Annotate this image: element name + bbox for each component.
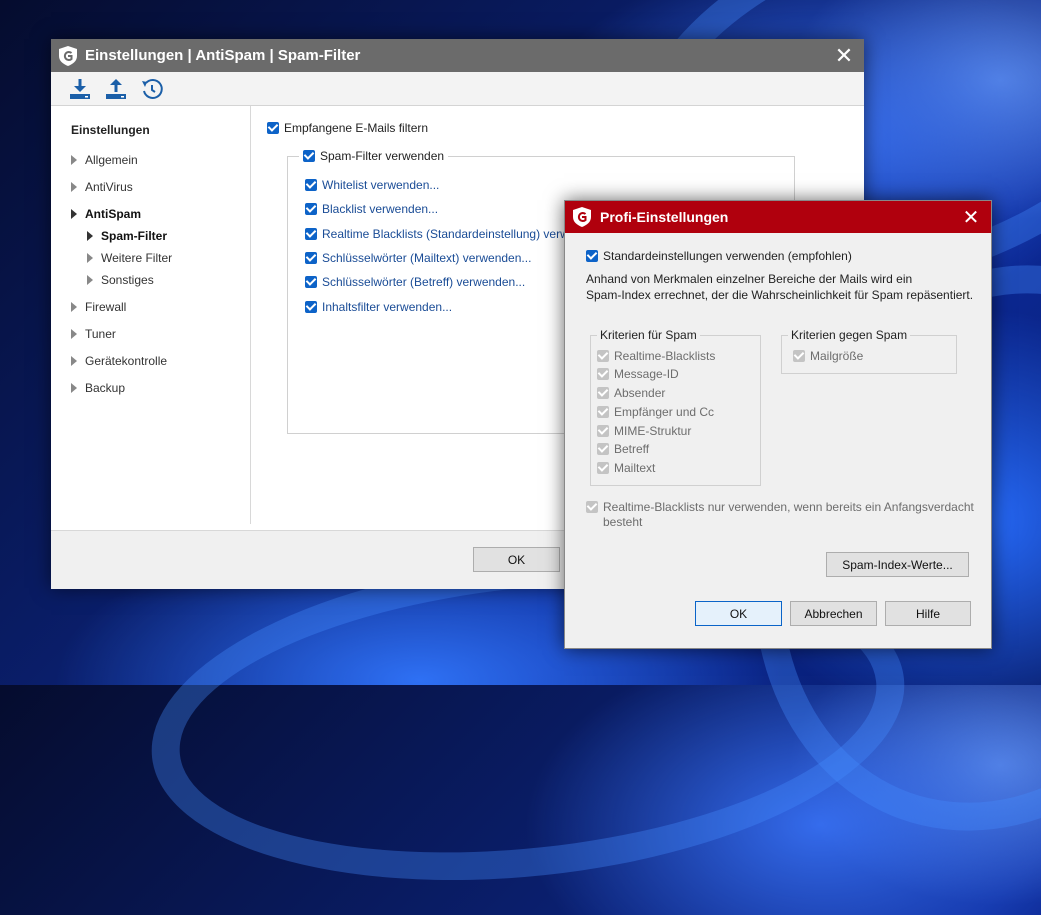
criteria-item: Message-ID xyxy=(597,367,679,381)
criteria-checkbox[interactable] xyxy=(597,350,609,362)
criteria-item: Empfänger und Cc xyxy=(597,405,714,419)
criteria-item: Realtime-Blacklists xyxy=(597,349,715,363)
expand-arrow-icon xyxy=(87,253,93,263)
keywords-subject-link[interactable]: Schlüsselwörter (Betreff) verwenden... xyxy=(322,275,525,289)
expand-arrow-icon xyxy=(71,329,77,339)
use-defaults-row: Standardeinstellungen verwenden (empfohl… xyxy=(586,249,852,263)
criteria-item: Absender xyxy=(597,386,665,400)
criteria-checkbox[interactable] xyxy=(597,443,609,455)
blacklist-link[interactable]: Blacklist verwenden... xyxy=(322,202,438,216)
criteria-checkbox[interactable] xyxy=(597,462,609,474)
expand-arrow-icon xyxy=(71,182,77,192)
dialog-ok-button[interactable]: OK xyxy=(695,601,782,626)
gdata-logo-icon xyxy=(573,207,591,227)
whitelist-link[interactable]: Whitelist verwenden... xyxy=(322,178,439,192)
realtime-condition-row: Realtime-Blacklists nur verwenden, wenn … xyxy=(586,500,974,530)
export-icon[interactable] xyxy=(103,76,129,102)
window-title: Einstellungen | AntiSpam | Spam-Filter xyxy=(85,47,361,64)
realtime-condition-checkbox[interactable] xyxy=(586,501,598,513)
dialog-cancel-button[interactable]: Abbrechen xyxy=(790,601,877,626)
realtime-condition-label-2: besteht xyxy=(603,515,643,529)
close-icon[interactable]: ✕ xyxy=(951,201,991,233)
content-filter-checkbox[interactable] xyxy=(305,301,317,313)
sidebar-item-tuner[interactable]: Tuner xyxy=(71,327,116,341)
criteria-item: Mailgröße xyxy=(793,349,863,363)
spam-filter-label: Spam-Filter verwenden xyxy=(320,149,445,163)
restore-icon[interactable] xyxy=(139,76,165,102)
dialog-title: Profi-Einstellungen xyxy=(600,209,729,225)
content-filter-link[interactable]: Inhaltsfilter verwenden... xyxy=(322,300,452,314)
criteria-checkbox[interactable] xyxy=(597,387,609,399)
option-row: Inhaltsfilter verwenden... xyxy=(305,300,452,314)
use-defaults-checkbox[interactable] xyxy=(586,250,598,262)
gdata-logo-icon xyxy=(59,45,77,66)
expand-arrow-icon xyxy=(71,302,77,312)
close-icon[interactable]: ✕ xyxy=(824,39,864,72)
title-bar: Einstellungen | AntiSpam | Spam-Filter ✕ xyxy=(51,39,864,72)
criteria-item: Betreff xyxy=(597,442,649,456)
sidebar-heading: Einstellungen xyxy=(71,123,150,137)
criteria-item: MIME-Struktur xyxy=(597,424,691,438)
realtime-condition-label: Realtime-Blacklists nur verwenden, wenn … xyxy=(603,500,974,514)
profi-settings-dialog: Profi-Einstellungen ✕ Standardeinstellun… xyxy=(564,200,992,649)
description-line: Anhand von Merkmalen einzelner Bereiche … xyxy=(586,272,913,286)
spam-index-values-button[interactable]: Spam-Index-Werte... xyxy=(826,552,969,577)
sidebar-item-backup[interactable]: Backup xyxy=(71,381,125,395)
sidebar-item-spam-filter[interactable]: Spam-Filter xyxy=(87,229,167,243)
criteria-checkbox[interactable] xyxy=(597,425,609,437)
filter-incoming-label: Empfangene E-Mails filtern xyxy=(284,121,429,135)
realtime-blacklists-checkbox[interactable] xyxy=(305,228,317,240)
expand-arrow-icon xyxy=(87,231,93,241)
use-defaults-label: Standardeinstellungen verwenden (empfohl… xyxy=(603,249,852,263)
criteria-checkbox[interactable] xyxy=(793,350,805,362)
sidebar-item-antivirus[interactable]: AntiVirus xyxy=(71,180,133,194)
option-row: Blacklist verwenden... xyxy=(305,202,438,216)
expand-arrow-icon xyxy=(71,155,77,165)
filter-incoming-row: Empfangene E-Mails filtern xyxy=(267,121,428,135)
dialog-title-bar: Profi-Einstellungen ✕ xyxy=(565,201,991,233)
sidebar-item-sonstiges[interactable]: Sonstiges xyxy=(87,273,154,287)
filter-incoming-checkbox[interactable] xyxy=(267,122,279,134)
option-row: Schlüsselwörter (Betreff) verwenden... xyxy=(305,275,525,289)
expand-arrow-icon xyxy=(71,356,77,366)
criteria-for-spam-label: Kriterien für Spam xyxy=(597,328,700,342)
spam-filter-row: Spam-Filter verwenden xyxy=(299,149,449,163)
settings-navigation: Einstellungen Allgemein AntiVirus AntiSp… xyxy=(51,106,251,524)
sidebar-item-antispam[interactable]: AntiSpam xyxy=(71,207,141,221)
import-icon[interactable] xyxy=(67,76,93,102)
expand-arrow-icon xyxy=(87,275,93,285)
description-line: Spam-Index errechnet, der die Wahrschein… xyxy=(586,288,974,302)
spam-filter-checkbox[interactable] xyxy=(303,150,315,162)
criteria-checkbox[interactable] xyxy=(597,368,609,380)
expand-arrow-icon xyxy=(71,383,77,393)
whitelist-checkbox[interactable] xyxy=(305,179,317,191)
keywords-mailtext-checkbox[interactable] xyxy=(305,252,317,264)
keywords-subject-checkbox[interactable] xyxy=(305,276,317,288)
criteria-checkbox[interactable] xyxy=(597,406,609,418)
option-row: Schlüsselwörter (Mailtext) verwenden... xyxy=(305,251,531,265)
option-row: Whitelist verwenden... xyxy=(305,178,439,192)
blacklist-checkbox[interactable] xyxy=(305,203,317,215)
sidebar-item-geraetekontrolle[interactable]: Gerätekontrolle xyxy=(71,354,167,368)
keywords-mailtext-link[interactable]: Schlüsselwörter (Mailtext) verwenden... xyxy=(322,251,531,265)
ok-button[interactable]: OK xyxy=(473,547,560,572)
sidebar-item-allgemein[interactable]: Allgemein xyxy=(71,153,138,167)
criteria-item: Mailtext xyxy=(597,461,655,475)
sidebar-item-weitere-filter[interactable]: Weitere Filter xyxy=(87,251,172,265)
sidebar-item-firewall[interactable]: Firewall xyxy=(71,300,126,314)
criteria-against-spam-label: Kriterien gegen Spam xyxy=(788,328,911,342)
toolbar xyxy=(51,72,864,106)
expand-arrow-icon xyxy=(71,209,77,219)
dialog-help-button[interactable]: Hilfe xyxy=(885,601,971,626)
